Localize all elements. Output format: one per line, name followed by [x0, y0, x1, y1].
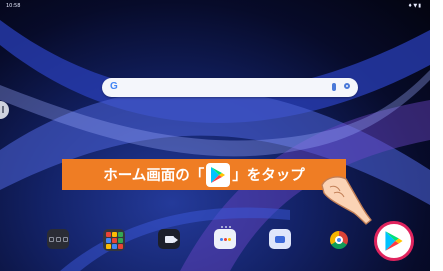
assistant-icon[interactable]	[214, 229, 236, 249]
folder-icon[interactable]	[47, 229, 69, 249]
tablet-home-screen: 10:58 ♦▼▮ G ホーム画面の「 」をタップ	[0, 0, 430, 271]
google-search-bar[interactable]: G	[102, 78, 358, 97]
pointing-hand-icon	[321, 176, 372, 225]
instruction-text-before: ホーム画面の「	[103, 168, 205, 184]
play-store-icon[interactable]	[374, 221, 414, 261]
play-store-icon	[206, 162, 231, 187]
status-icons: ♦▼▮	[407, 3, 422, 9]
tutorial-screenshot: 10:58 ♦▼▮ G ホーム画面の「 」をタップ	[0, 0, 443, 271]
lens-icon[interactable]	[344, 83, 350, 89]
chrome-icon[interactable]	[330, 231, 348, 249]
apps-folder-icon[interactable]	[103, 229, 125, 251]
messages-icon[interactable]	[269, 229, 291, 249]
mic-icon[interactable]	[332, 83, 336, 91]
video-call-icon[interactable]	[158, 229, 180, 249]
status-time: 10:58	[6, 3, 21, 9]
instruction-banner: ホーム画面の「 」をタップ	[62, 159, 346, 190]
google-logo-icon: G	[110, 81, 118, 92]
instruction-text-after: 」をタップ	[232, 168, 305, 184]
